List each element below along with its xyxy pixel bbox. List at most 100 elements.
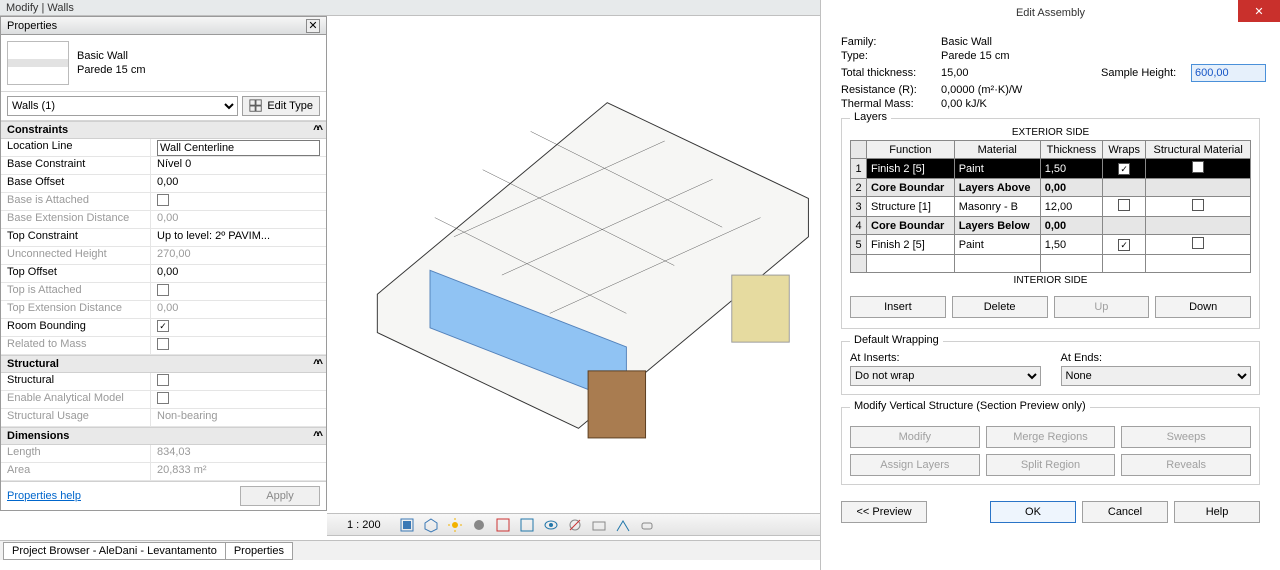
at-inserts-select[interactable]: Do not wrap [850,366,1041,386]
type-thumbnail-icon [7,41,69,85]
detail-level-icon[interactable] [399,517,415,533]
help-button[interactable]: Help [1174,501,1260,523]
layer-row[interactable]: 1Finish 2 [5]Paint1,50✓ [851,159,1251,179]
prop-label: Area [1,463,151,480]
ribbon-tab-label: Modify | Walls [6,2,74,14]
analytical-model-icon[interactable] [615,517,631,533]
layer-row[interactable]: 4Core BoundarLayers Below0,00 [851,217,1251,235]
hide-isolate-icon[interactable] [543,517,559,533]
room-bounding-checkbox[interactable]: ✓ [157,320,169,332]
crop-view-icon[interactable] [495,517,511,533]
layers-table[interactable]: Function Material Thickness Wraps Struct… [850,140,1251,273]
delete-button[interactable]: Delete [952,296,1048,318]
prop-label: Related to Mass [1,337,151,354]
chevron-up-icon: ^^ [313,430,320,442]
prop-value: 270,00 [151,247,326,264]
prop-label: Base Constraint [1,157,151,174]
type-selector-row[interactable]: Basic Wall Parede 15 cm [1,35,326,92]
bottom-tabs: Project Browser - AleDani - Levantamento… [0,540,820,560]
prop-label: Top Offset [1,265,151,282]
type-value: Parede 15 cm [941,50,1101,62]
group-constraints-header[interactable]: Constraints^^ [1,121,326,139]
preview-button[interactable]: << Preview [841,501,927,523]
prop-value: Non-bearing [151,409,326,426]
exterior-side-label: EXTERIOR SIDE [850,125,1251,140]
chevron-up-icon: ^^ [313,358,320,370]
element-selector[interactable]: Walls (1) [7,96,238,116]
family-value: Basic Wall [941,36,1101,48]
top-constraint-value[interactable]: Up to level: 2º PAVIM... [151,229,326,246]
tab-properties[interactable]: Properties [225,542,293,560]
layer-row[interactable]: 2Core BoundarLayers Above0,00 [851,179,1251,197]
merge-regions-button: Merge Regions [986,426,1116,448]
dialog-close-button[interactable]: ✕ [1238,0,1280,22]
at-ends-select[interactable]: None [1061,366,1252,386]
type-text: Basic Wall Parede 15 cm [77,49,145,77]
temporary-view-icon[interactable] [591,517,607,533]
group-structural-header[interactable]: Structural^^ [1,355,326,373]
thickness-value: 15,00 [941,67,1101,79]
type-family: Basic Wall [77,49,145,63]
group-dimensions-header[interactable]: Dimensions^^ [1,427,326,445]
visual-style-icon[interactable] [423,517,439,533]
resistance-label: Resistance (R): [841,84,941,96]
prop-label: Top is Attached [1,283,151,300]
layers-group: Layers EXTERIOR SIDE Function Material T… [841,118,1260,329]
close-icon[interactable]: ✕ [306,19,320,33]
cancel-button[interactable]: Cancel [1082,501,1168,523]
prop-value: 0,00 [151,211,326,228]
assign-layers-button: Assign Layers [850,454,980,476]
sample-height-input[interactable] [1191,64,1266,82]
prop-value: 0,00 [151,301,326,318]
edit-type-button[interactable]: Edit Type [242,96,320,116]
thermal-mass-label: Thermal Mass: [841,98,941,110]
location-line-input[interactable] [157,140,320,156]
analytical-checkbox [157,392,169,404]
at-ends-label: At Ends: [1061,352,1252,364]
layers-legend: Layers [850,111,891,123]
properties-help-link[interactable]: Properties help [7,490,81,502]
prop-label: Structural [1,373,151,390]
base-constraint-value[interactable]: Nível 0 [151,157,326,174]
properties-titlebar: Properties ✕ [1,17,326,35]
prop-label: Location Line [1,139,151,156]
up-button[interactable]: Up [1054,296,1150,318]
insert-button[interactable]: Insert [850,296,946,318]
floorplan-canvas [337,26,820,505]
prop-label: Top Constraint [1,229,151,246]
prop-label: Top Extension Distance [1,301,151,318]
structural-checkbox[interactable] [157,374,169,386]
default-wrapping-group: Default Wrapping At Inserts: Do not wrap… [841,341,1260,395]
type-name: Parede 15 cm [77,63,145,77]
prop-label: Base is Attached [1,193,151,210]
prop-label: Base Offset [1,175,151,192]
wrapping-legend: Default Wrapping [850,334,943,346]
reveal-hidden-icon[interactable] [567,517,583,533]
at-inserts-label: At Inserts: [850,352,1041,364]
crop-region-icon[interactable] [519,517,535,533]
prop-label: Structural Usage [1,409,151,426]
dialog-titlebar: Edit Assembly ✕ [821,0,1280,26]
ok-button[interactable]: OK [990,501,1076,523]
base-offset-value[interactable]: 0,00 [151,175,326,192]
base-attached-checkbox [157,194,169,206]
down-button[interactable]: Down [1155,296,1251,318]
layer-row[interactable]: 3Structure [1]Masonry - B12,00 [851,197,1251,217]
dialog-title: Edit Assembly [1016,7,1085,19]
sun-path-icon[interactable] [447,517,463,533]
thickness-label: Total thickness: [841,67,941,79]
properties-panel: Properties ✕ Basic Wall Parede 15 cm Wal… [0,16,327,511]
family-label: Family: [841,36,941,48]
top-offset-value[interactable]: 0,00 [151,265,326,282]
tab-project-browser[interactable]: Project Browser - AleDani - Levantamento [3,542,226,560]
model-viewport[interactable]: 1 : 200 [327,16,820,536]
view-scale[interactable]: 1 : 200 [337,519,391,531]
sweeps-button: Sweeps [1121,426,1251,448]
shadows-icon[interactable] [471,517,487,533]
prop-label: Length [1,445,151,462]
constraints-icon[interactable] [639,517,655,533]
chevron-up-icon: ^^ [313,124,320,136]
split-region-button: Split Region [986,454,1116,476]
apply-button[interactable]: Apply [240,486,320,506]
layer-row[interactable]: 5Finish 2 [5]Paint1,50✓ [851,235,1251,255]
